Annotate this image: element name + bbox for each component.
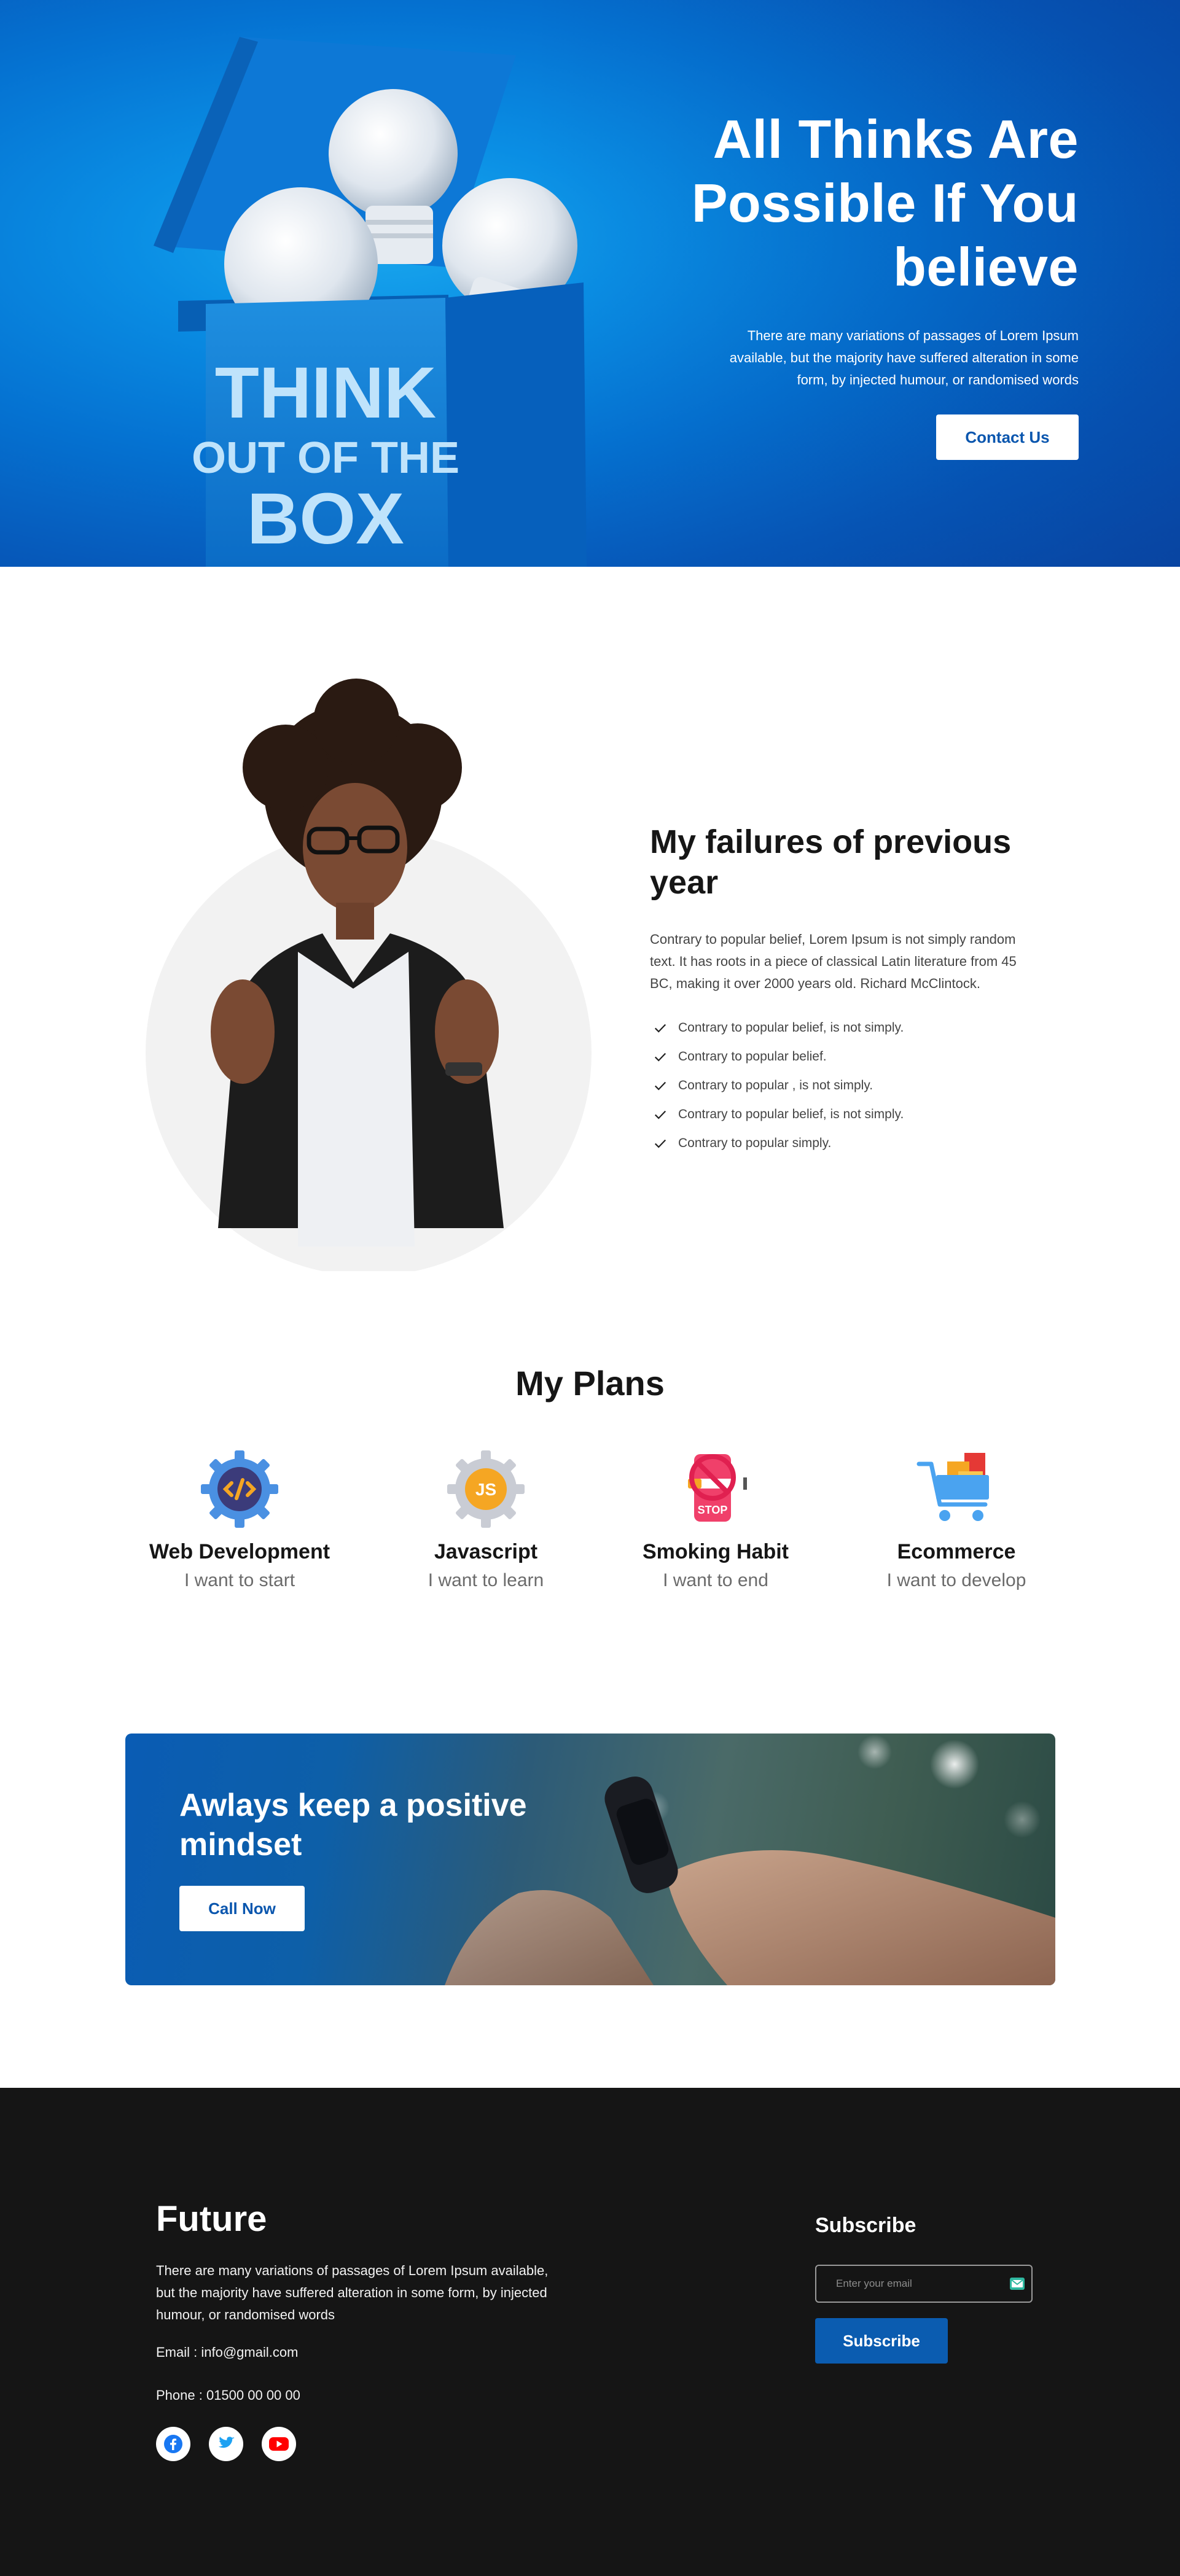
footer-email: Email : info@gmail.com	[156, 2344, 299, 2360]
js-badge-text: JS	[475, 1480, 496, 1499]
social-links	[156, 2427, 296, 2461]
box-line-3: BOX	[247, 478, 404, 559]
plan-card-ecommerce: Ecommerce I want to develop	[840, 1449, 1073, 1591]
footer-brand: Future	[156, 2199, 267, 2239]
list-item-text: Contrary to popular , is not simply.	[678, 1078, 873, 1092]
failures-title: My failures of previous year	[650, 823, 1012, 901]
check-icon	[654, 1024, 666, 1033]
failures-content: My failures of previous year Contrary to…	[650, 822, 1018, 1158]
list-item-text: Contrary to popular belief.	[678, 1049, 827, 1064]
list-item: Contrary to popular belief, is not simpl…	[650, 1100, 1018, 1129]
no-smoking-icon: STOP	[688, 1454, 747, 1522]
plan-title: Ecommerce	[897, 1540, 1016, 1563]
plan-subtitle: I want to end	[663, 1570, 768, 1590]
list-item: Contrary to popular simply.	[650, 1129, 1018, 1158]
subscribe-button[interactable]: Subscribe	[815, 2318, 948, 2364]
check-icon	[654, 1053, 666, 1062]
footer-description: There are many variations of passages of…	[156, 2263, 549, 2322]
list-item-text: Contrary to popular simply.	[678, 1135, 832, 1150]
hero-title: All Thinks Are Possible If You believe	[691, 109, 1079, 297]
plan-title: Smoking Habit	[642, 1540, 789, 1563]
check-icon	[654, 1081, 666, 1091]
check-icon	[654, 1110, 666, 1119]
plan-title: Javascript	[434, 1540, 538, 1563]
plan-subtitle: I want to learn	[428, 1570, 544, 1590]
think-out-of-the-box-illustration: THINK OUT OF THE BOX	[154, 37, 587, 567]
check-icon	[654, 1139, 666, 1148]
banner-title: Awlays keep a positive mindset	[179, 1788, 527, 1862]
mindset-banner: Awlays keep a positive mindset Call Now	[125, 1734, 1055, 1985]
footer-phone: Phone : 01500 00 00 00	[156, 2387, 300, 2403]
plan-card-smoking-habit: STOP Smoking Habit I want to end	[599, 1449, 832, 1591]
code-gear-icon	[201, 1450, 278, 1528]
contact-us-button[interactable]: Contact Us	[936, 414, 1079, 460]
hero-section: THINK OUT OF THE BOX All Thinks Are Poss…	[0, 0, 1180, 567]
subscribe-input-wrapper	[815, 2265, 1033, 2303]
footer: Future There are many variations of pass…	[0, 2088, 1180, 2576]
box-line-2: OUT OF THE	[192, 434, 459, 483]
plans-title: My Plans	[515, 1364, 665, 1403]
hero-content: All Thinks Are Possible If You believe T…	[649, 107, 1079, 460]
shopping-cart-icon	[916, 1453, 989, 1521]
mail-icon	[1010, 2278, 1025, 2290]
stop-label: STOP	[698, 1504, 728, 1516]
email-input[interactable]	[816, 2266, 1001, 2302]
facebook-icon	[164, 2435, 182, 2453]
failures-list: Contrary to popular belief, is not simpl…	[650, 1013, 1018, 1158]
subscribe-title: Subscribe	[815, 2214, 916, 2237]
call-now-button[interactable]: Call Now	[179, 1886, 305, 1931]
hero-description: There are many variations of passages of…	[729, 328, 1079, 387]
youtube-icon	[269, 2437, 289, 2451]
plan-card-javascript: JS Javascript I want to learn	[369, 1449, 603, 1591]
plan-subtitle: I want to develop	[886, 1570, 1026, 1590]
js-gear-icon: JS	[447, 1450, 525, 1528]
failures-description: Contrary to popular belief, Lorem Ipsum …	[650, 932, 1017, 991]
list-item: Contrary to popular , is not simply.	[650, 1071, 1018, 1100]
list-item: Contrary to popular belief, is not simpl…	[650, 1013, 1018, 1042]
facebook-link[interactable]	[156, 2427, 190, 2461]
list-item: Contrary to popular belief.	[650, 1042, 1018, 1071]
plans-section: My Plans Web Development I want to start	[0, 1357, 1180, 1615]
portrait-image	[146, 679, 592, 1271]
list-item-text: Contrary to popular belief, is not simpl…	[678, 1107, 904, 1121]
plan-subtitle: I want to start	[184, 1570, 295, 1590]
youtube-link[interactable]	[262, 2427, 296, 2461]
twitter-link[interactable]	[209, 2427, 243, 2461]
list-item-text: Contrary to popular belief, is not simpl…	[678, 1020, 904, 1035]
plan-title: Web Development	[149, 1540, 330, 1563]
twitter-icon	[218, 2437, 235, 2448]
failures-section: My failures of previous year Contrary to…	[0, 645, 1180, 1277]
box-line-1: THINK	[215, 352, 437, 434]
plan-card-web-development: Web Development I want to start	[123, 1449, 356, 1591]
